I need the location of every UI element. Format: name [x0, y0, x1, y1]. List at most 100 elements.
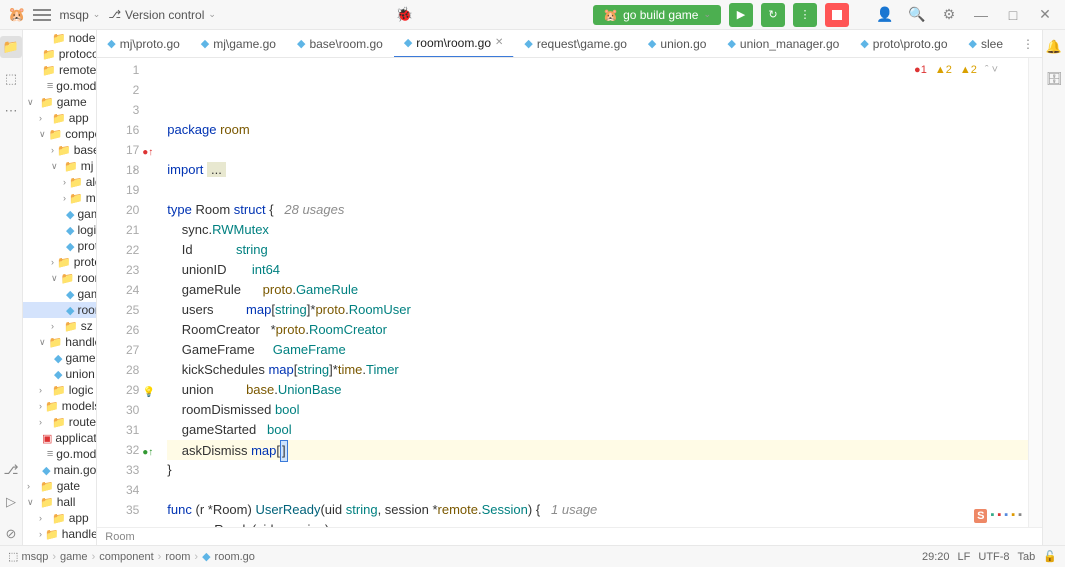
tree-node[interactable]: ›📁mp	[23, 190, 96, 206]
tree-node[interactable]: ›📁app	[23, 510, 96, 526]
tree-node[interactable]: ›📁proto	[23, 254, 96, 270]
tree-node[interactable]: ◆union.go	[23, 366, 96, 382]
code-editor[interactable]: ●1 ▲2 ▲2 ˆ ˅ package room ›import ... type…	[147, 58, 1028, 527]
tree-node[interactable]: ›📁handler	[23, 526, 96, 542]
tree-node[interactable]: ›📁base	[23, 142, 96, 158]
code-line[interactable]	[167, 180, 1028, 200]
hamburger-icon[interactable]	[33, 9, 51, 21]
code-line[interactable]: RoomCreator *proto.RoomCreator	[167, 320, 1028, 340]
tree-node[interactable]: ›📁sz	[23, 318, 96, 334]
indent[interactable]: Tab	[1018, 551, 1036, 563]
tree-node[interactable]: ∨📁handler	[23, 334, 96, 350]
stop-button[interactable]	[825, 3, 849, 27]
tree-node[interactable]: ◆main.go	[23, 462, 96, 478]
tree-node[interactable]: ◆logic.gc	[23, 222, 96, 238]
code-line[interactable]: func (r *Room) UserReady(uid string, ses…	[167, 500, 1028, 520]
git-tool-icon[interactable]: ⎇	[0, 459, 22, 481]
problems-tool-icon[interactable]: ⊘	[0, 523, 22, 545]
tree-node[interactable]: ◆game.g	[23, 206, 96, 222]
editor-tab[interactable]: ◆room\room.go✕	[394, 30, 515, 58]
code-line[interactable]: }	[167, 460, 1028, 480]
code-breadcrumb[interactable]: Room	[97, 527, 1042, 545]
code-line[interactable]: roomDismissed bool	[167, 400, 1028, 420]
tree-node[interactable]: ›📁route	[23, 414, 96, 430]
editor-tab[interactable]: ◆request\game.go	[514, 30, 638, 58]
readonly-icon[interactable]: 🔓	[1043, 550, 1057, 563]
code-line[interactable]: Id string	[167, 240, 1028, 260]
code-line[interactable]	[167, 480, 1028, 500]
tree-node[interactable]: ≡go.mod	[23, 446, 96, 462]
editor-tab[interactable]: ◆base\room.go	[287, 30, 394, 58]
search-icon[interactable]: 🔍	[905, 3, 929, 27]
debug-center-icon[interactable]: 🐞	[396, 6, 413, 23]
tree-node[interactable]: ›📁app	[23, 110, 96, 126]
code-line[interactable]: type Room struct { 28 usages	[167, 200, 1028, 220]
tree-node[interactable]: ◆game.g	[23, 286, 96, 302]
debug-button[interactable]: ↻	[761, 3, 785, 27]
more-tool-icon[interactable]: ⋯	[0, 100, 22, 122]
project-tool-icon[interactable]: 📁	[0, 36, 22, 58]
minimize-icon[interactable]: —	[969, 3, 993, 27]
code-line[interactable]: sync.RWMutex	[167, 220, 1028, 240]
tree-node[interactable]: ›📁alg	[23, 174, 96, 190]
code-line[interactable]: ›import ...	[167, 160, 1028, 180]
code-line[interactable]: gameRule proto.GameRule	[167, 280, 1028, 300]
tree-node[interactable]: ◆proto.g	[23, 238, 96, 254]
tree-node[interactable]: 📁remote	[23, 62, 96, 78]
project-selector[interactable]: msqp⌄	[59, 8, 100, 22]
tree-node[interactable]: 📁protocol	[23, 46, 96, 62]
run-tool-icon[interactable]: ▷	[0, 491, 22, 513]
tree-node[interactable]: ∨📁game	[23, 94, 96, 110]
code-line[interactable]: r.userReady(uid, session)	[167, 520, 1028, 527]
editor-tab[interactable]: ◆slee	[959, 30, 1014, 58]
tree-node[interactable]: ›📁logic	[23, 382, 96, 398]
tree-node[interactable]: 📁node	[23, 30, 96, 46]
tree-node[interactable]: ›📁models	[23, 542, 96, 545]
code-line[interactable]: askDismiss map[]	[167, 440, 1028, 460]
encoding[interactable]: UTF-8	[978, 551, 1009, 563]
inspection-widget[interactable]: ●1 ▲2 ▲2 ˆ ˅	[914, 60, 998, 80]
editor-tab[interactable]: ◆union_manager.go	[717, 30, 850, 58]
tree-node[interactable]: ◆game.g	[23, 350, 96, 366]
tree-node[interactable]: ∨📁mj	[23, 158, 96, 174]
tree-node[interactable]: ∨📁room	[23, 270, 96, 286]
editor-tab[interactable]: ◆mj\game.go	[191, 30, 287, 58]
maximize-icon[interactable]: □	[1001, 3, 1025, 27]
editor-tab[interactable]: ◆proto\proto.go	[850, 30, 958, 58]
code-line[interactable]: users map[string]*proto.RoomUser	[167, 300, 1028, 320]
tree-node[interactable]: ∨📁component	[23, 126, 96, 142]
close-window-icon[interactable]: ✕	[1033, 3, 1057, 27]
tree-node[interactable]: ∨📁hall	[23, 494, 96, 510]
database-icon[interactable]: 🗄	[1043, 68, 1065, 90]
nav-breadcrumb[interactable]: ⬚ msqp › game › component › room › ◆ roo…	[8, 550, 255, 563]
run-button[interactable]: ▶	[729, 3, 753, 27]
caret-position[interactable]: 29:20	[922, 551, 950, 563]
tree-node[interactable]: ›📁gate	[23, 478, 96, 494]
tree-node[interactable]: ›📁models	[23, 398, 96, 414]
editor-tab[interactable]: ◆union.go	[638, 30, 718, 58]
project-tree[interactable]: 📁node📁protocol📁remote≡go.mod∨📁game›📁app∨…	[23, 30, 97, 545]
tabs-more-icon[interactable]: ⋮	[1014, 37, 1042, 51]
code-line[interactable]: gameStarted bool	[167, 420, 1028, 440]
code-line[interactable]: union base.UnionBase	[167, 380, 1028, 400]
run-config-button[interactable]: 🐹go build game⌄	[593, 5, 721, 25]
code-line[interactable]: GameFrame GameFrame	[167, 340, 1028, 360]
tree-node[interactable]: ≡go.mod	[23, 78, 96, 94]
code-line[interactable]: unionID int64	[167, 260, 1028, 280]
structure-tool-icon[interactable]: ⬚	[0, 68, 22, 90]
line-ending[interactable]: LF	[958, 551, 971, 563]
more-actions-button[interactable]: ⋮	[793, 3, 817, 27]
notifications-icon[interactable]: 🔔	[1043, 36, 1065, 58]
user-icon[interactable]: 👤	[873, 3, 897, 27]
tree-node[interactable]: ▣application.y	[23, 430, 96, 446]
app-icon: 🐹	[8, 6, 25, 23]
code-line[interactable]: kickSchedules map[string]*time.Timer	[167, 360, 1028, 380]
code-line[interactable]	[167, 140, 1028, 160]
vcs-widget[interactable]: ⎇Version control⌄	[108, 8, 216, 22]
reader-mode-icons[interactable]: S▪▪▪▪▪	[974, 509, 1022, 523]
settings-icon[interactable]: ⚙	[937, 3, 961, 27]
tree-node[interactable]: ◆room.g	[23, 302, 96, 318]
code-line[interactable]: package room	[167, 120, 1028, 140]
editor-tab[interactable]: ◆mj\proto.go	[97, 30, 191, 58]
error-stripe[interactable]	[1028, 58, 1042, 527]
